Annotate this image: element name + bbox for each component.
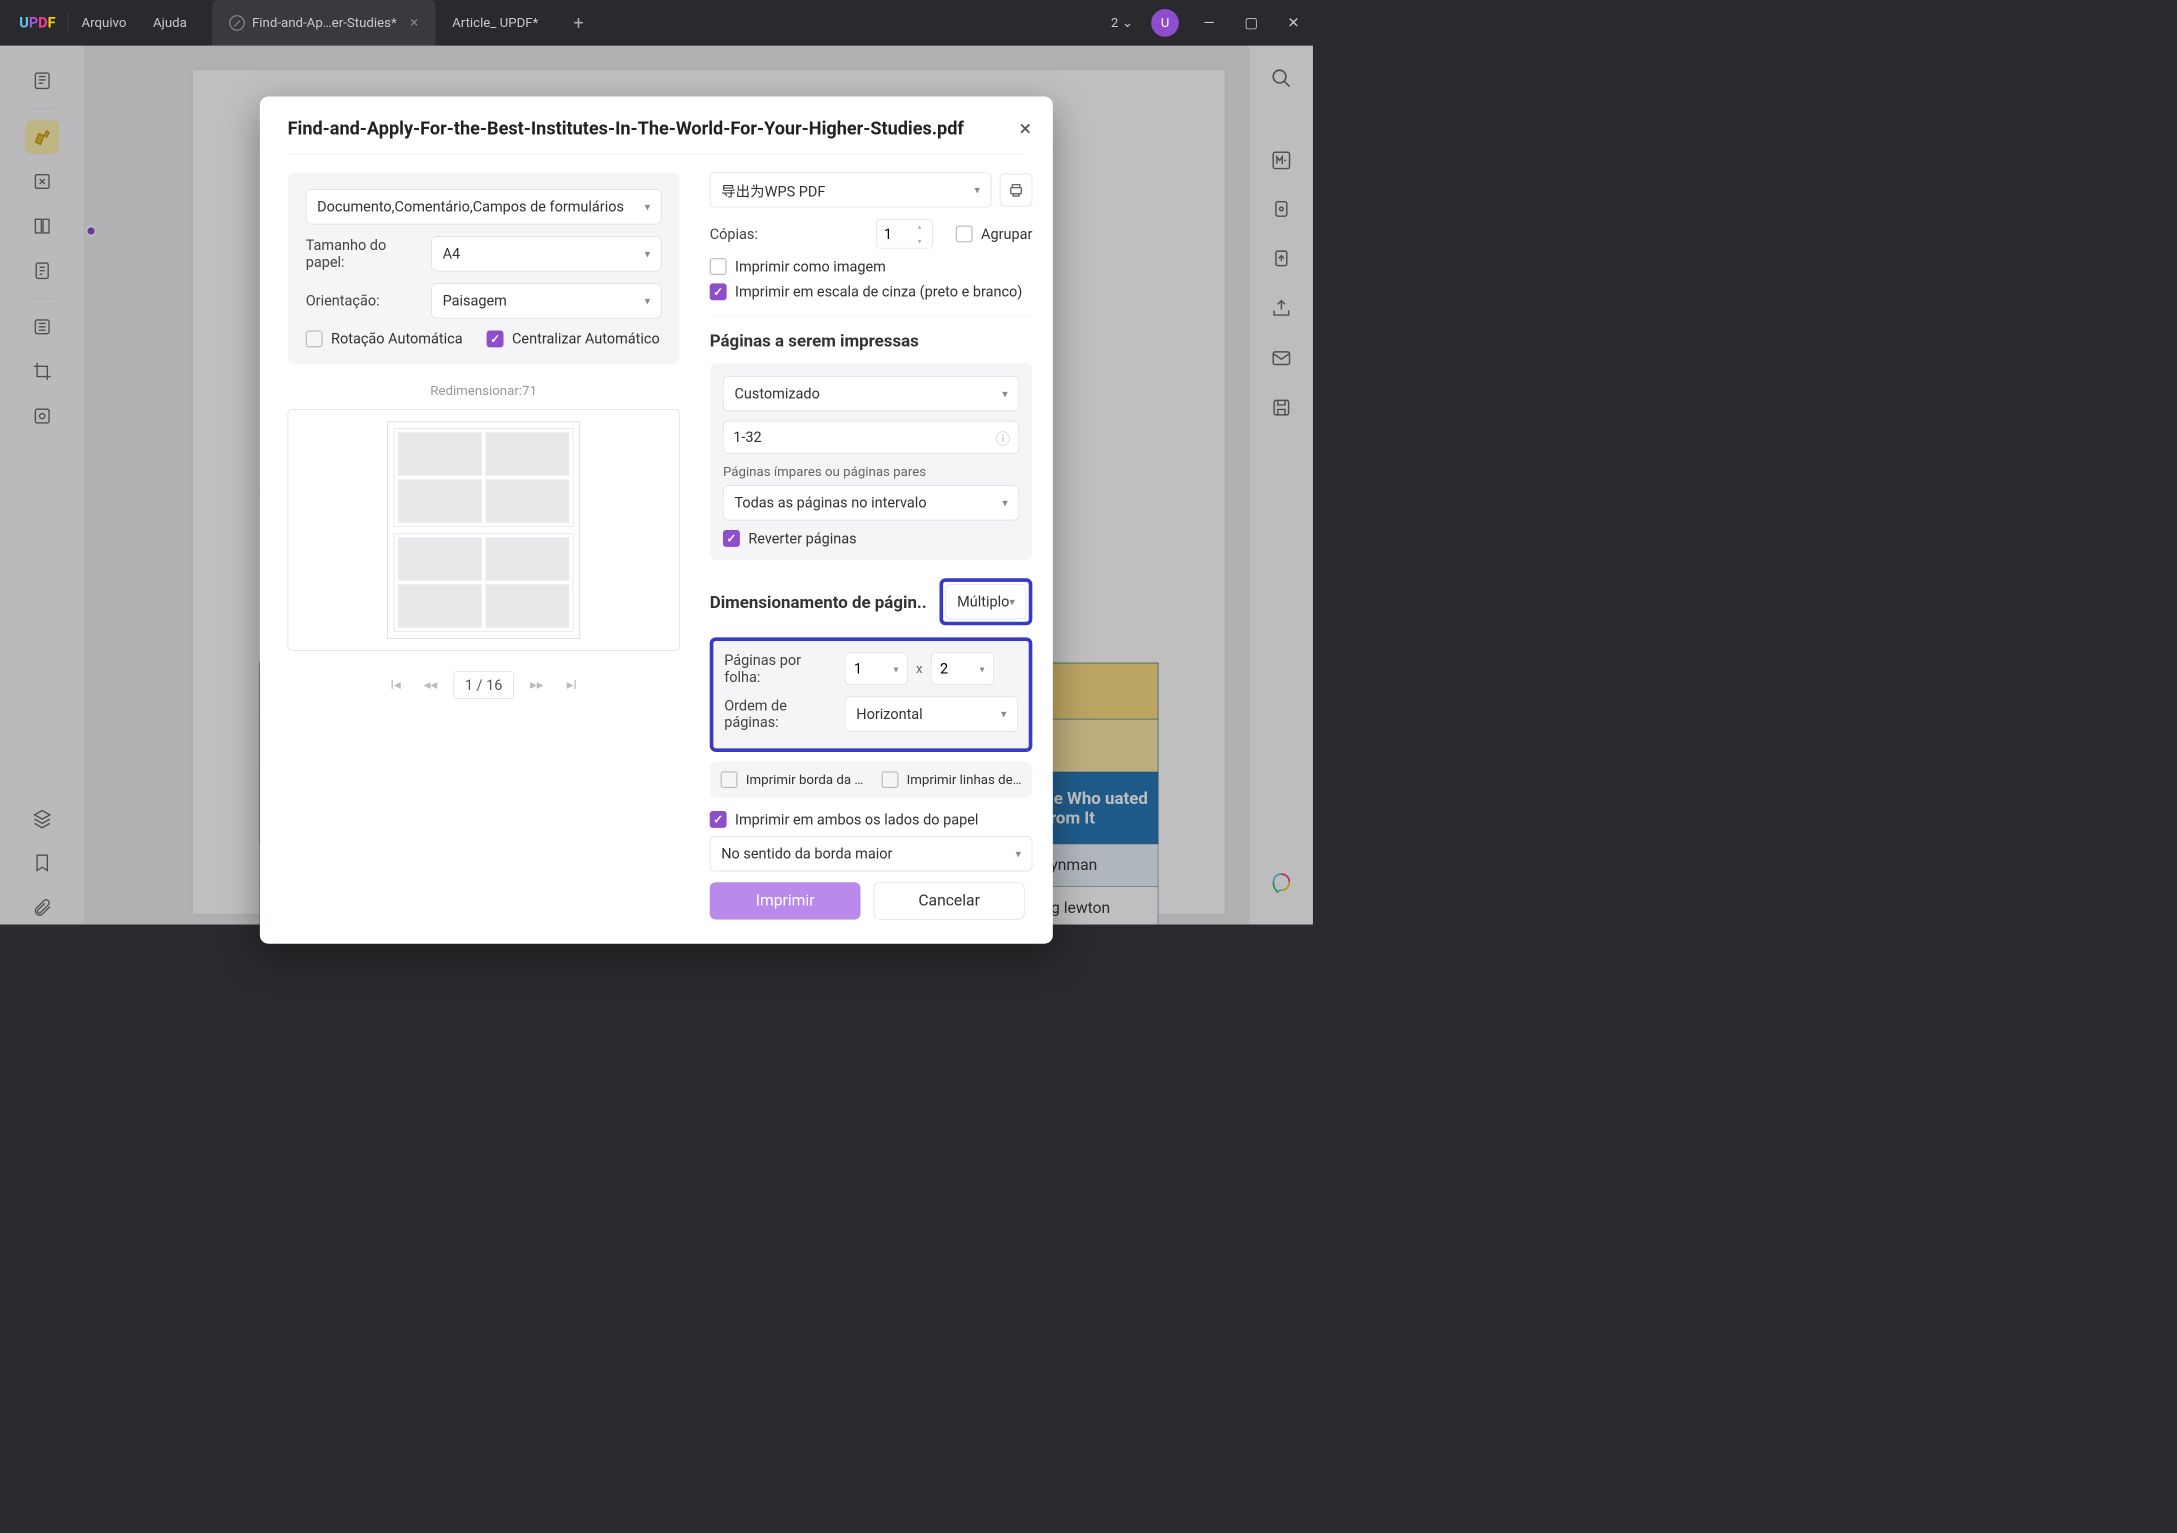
titlebar: UPDF Arquivo Ajuda Find-and-Ap…er-Studie… <box>0 0 1313 46</box>
pager-prev-icon[interactable]: ◂◂ <box>418 673 442 697</box>
auto-rotate-checkbox[interactable]: Rotação Automática <box>306 330 463 347</box>
tab-close-icon[interactable]: × <box>410 14 418 32</box>
orientation-select[interactable]: Paisagem▾ <box>431 283 661 318</box>
duplex-checkbox[interactable]: Imprimir em ambos os lados do papel <box>710 811 1033 828</box>
tab-label: Find-and-Ap…er-Studies* <box>252 15 397 30</box>
pager-next-icon[interactable]: ▸▸ <box>525 673 549 697</box>
per-sheet-rows-select[interactable]: 2▾ <box>931 652 994 685</box>
chevron-down-icon: ▾ <box>645 248 650 261</box>
info-icon[interactable]: ⓘ <box>996 427 1010 448</box>
page-mode-select[interactable]: Customizado▾ <box>723 376 1019 411</box>
per-sheet-label: Páginas por folha: <box>724 652 836 686</box>
chevron-down-icon: ⌄ <box>1122 15 1133 30</box>
print-dialog-overlay: Find-and-Apply-For-the-Best-Institutes-I… <box>0 46 1313 925</box>
chevron-down-icon: ▾ <box>1009 595 1014 608</box>
auto-center-checkbox[interactable]: Centralizar Automático <box>487 330 660 347</box>
spinner-down-icon[interactable]: ▾ <box>918 237 929 245</box>
sizing-panel-highlight: Páginas por folha: 1▾ x 2▾ Ordem de pági… <box>710 637 1033 752</box>
dialog-title: Find-and-Apply-For-the-Best-Institutes-I… <box>288 118 1025 139</box>
print-dialog: Find-and-Apply-For-the-Best-Institutes-I… <box>260 96 1053 943</box>
chevron-down-icon: ▾ <box>645 295 650 308</box>
tab-doc-icon <box>229 15 245 31</box>
tab-label: Article_ UPDF* <box>452 15 538 30</box>
sizing-mode-highlight: Múltiplo▾ <box>940 578 1033 625</box>
chevron-down-icon: ▾ <box>1001 708 1006 721</box>
window-close[interactable]: ✕ <box>1281 11 1305 35</box>
chevron-down-icon: ▾ <box>894 663 899 674</box>
cut-lines-checkbox[interactable]: Imprimir linhas de… <box>881 771 1021 788</box>
print-preview <box>288 409 680 650</box>
per-sheet-cols-select[interactable]: 1▾ <box>845 652 908 685</box>
pages-section-title: Páginas a serem impressas <box>710 331 1033 351</box>
content-select[interactable]: Documento,Comentário,Campos de formulári… <box>306 189 662 224</box>
spinner-up-icon[interactable]: ▴ <box>918 223 929 231</box>
pager-display: 1 / 16 <box>453 671 513 699</box>
orientation-label: Orientação: <box>306 292 421 309</box>
chevron-down-icon: ▾ <box>974 184 979 197</box>
sizing-mode-select[interactable]: Múltiplo▾ <box>946 584 1027 619</box>
tab-document-2[interactable]: Article_ UPDF* <box>435 0 555 46</box>
print-button[interactable]: Imprimir <box>710 882 861 919</box>
pager-first-icon[interactable]: I◂ <box>383 673 407 697</box>
resize-label: Redimensionar:71 <box>288 384 680 399</box>
page-order-label: Ordem de páginas: <box>724 697 836 731</box>
odd-even-label: Páginas ímpares ou páginas pares <box>723 464 1019 479</box>
reverse-pages-checkbox[interactable]: Reverter páginas <box>723 530 1019 547</box>
chevron-down-icon: ▾ <box>980 663 985 674</box>
print-as-image-checkbox[interactable]: Imprimir como imagem <box>710 258 1033 275</box>
printer-select[interactable]: 导出为WPS PDF▾ <box>710 172 992 207</box>
app-logo: UPDF <box>7 14 67 31</box>
copies-input[interactable]: 1 ▴▾ <box>876 219 933 248</box>
window-maximize[interactable]: ▢ <box>1239 11 1263 35</box>
menu-file[interactable]: Arquivo <box>68 15 140 30</box>
preview-pager: I◂ ◂◂ 1 / 16 ▸▸ ▸I <box>288 671 680 699</box>
user-avatar[interactable]: U <box>1151 9 1179 37</box>
cancel-button[interactable]: Cancelar <box>874 882 1025 919</box>
chevron-down-icon: ▾ <box>1002 387 1007 400</box>
paper-size-label: Tamanho do papel: <box>306 237 421 271</box>
page-order-select[interactable]: Horizontal▾ <box>845 696 1018 731</box>
chevron-down-icon: ▾ <box>645 200 650 213</box>
grayscale-checkbox[interactable]: Imprimir em escala de cinza (preto e bra… <box>710 283 1033 300</box>
paper-size-select[interactable]: A4▾ <box>431 236 661 271</box>
tab-document-1[interactable]: Find-and-Ap…er-Studies* × <box>212 0 435 46</box>
collate-checkbox[interactable]: Agrupar <box>956 226 1033 243</box>
dialog-close-icon[interactable]: × <box>1020 116 1032 141</box>
page-border-checkbox[interactable]: Imprimir borda da … <box>721 771 864 788</box>
duplex-edge-select[interactable]: No sentido da borda maior▾ <box>710 836 1033 871</box>
page-indicator[interactable]: 2 ⌄ <box>1111 15 1133 30</box>
window-minimize[interactable]: — <box>1197 11 1221 35</box>
menu-help[interactable]: Ajuda <box>140 15 200 30</box>
chevron-down-icon: ▾ <box>1002 497 1007 510</box>
pager-last-icon[interactable]: ▸I <box>560 673 584 697</box>
page-range-input[interactable]: 1-32 ⓘ <box>723 421 1019 454</box>
printer-properties-icon[interactable] <box>1000 174 1033 207</box>
sizing-section-title: Dimensionamento de págin.. <box>710 592 940 612</box>
new-tab-button[interactable]: + <box>555 12 601 33</box>
copies-label: Cópias: <box>710 226 758 243</box>
chevron-down-icon: ▾ <box>1015 848 1020 861</box>
odd-even-select[interactable]: Todas as páginas no intervalo▾ <box>723 485 1019 520</box>
